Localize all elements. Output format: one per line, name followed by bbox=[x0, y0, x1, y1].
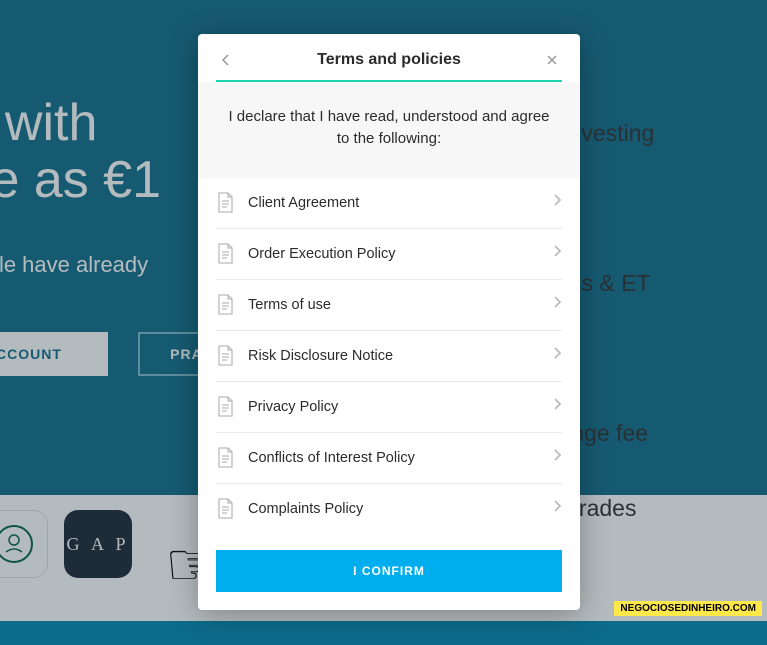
chevron-right-icon bbox=[553, 397, 562, 416]
chevron-right-icon bbox=[553, 193, 562, 212]
chevron-right-icon bbox=[553, 346, 562, 365]
chevron-right-icon bbox=[553, 448, 562, 467]
policy-item-conflicts[interactable]: Conflicts of Interest Policy bbox=[216, 433, 562, 484]
policy-label: Terms of use bbox=[248, 297, 553, 313]
modal-title: Terms and policies bbox=[317, 51, 461, 69]
policy-item-risk-disclosure[interactable]: Risk Disclosure Notice bbox=[216, 331, 562, 382]
policy-item-privacy-policy[interactable]: Privacy Policy bbox=[216, 382, 562, 433]
terms-modal: Terms and policies I declare that I have… bbox=[198, 34, 580, 610]
policy-item-client-agreement[interactable]: Client Agreement bbox=[216, 178, 562, 229]
policy-label: Risk Disclosure Notice bbox=[248, 348, 553, 364]
policy-item-terms-of-use[interactable]: Terms of use bbox=[216, 280, 562, 331]
policy-item-complaints[interactable]: Complaints Policy bbox=[216, 484, 562, 534]
policy-label: Privacy Policy bbox=[248, 399, 553, 415]
policy-label: Client Agreement bbox=[248, 195, 553, 211]
document-icon bbox=[216, 345, 234, 367]
document-icon bbox=[216, 396, 234, 418]
policy-label: Complaints Policy bbox=[248, 501, 553, 517]
document-icon bbox=[216, 498, 234, 520]
back-icon[interactable] bbox=[216, 50, 236, 70]
chevron-right-icon bbox=[553, 244, 562, 263]
watermark: NEGOCIOSEDINHEIRO.COM bbox=[614, 601, 762, 616]
modal-header: Terms and policies bbox=[198, 34, 580, 80]
policy-label: Order Execution Policy bbox=[248, 246, 553, 262]
document-icon bbox=[216, 294, 234, 316]
policy-label: Conflicts of Interest Policy bbox=[248, 450, 553, 466]
document-icon bbox=[216, 447, 234, 469]
confirm-button[interactable]: I CONFIRM bbox=[216, 550, 562, 592]
document-icon bbox=[216, 192, 234, 214]
close-icon[interactable] bbox=[542, 50, 562, 70]
document-icon bbox=[216, 243, 234, 265]
modal-intro-text: I declare that I have read, understood a… bbox=[198, 82, 580, 178]
chevron-right-icon bbox=[553, 295, 562, 314]
policy-list: Client Agreement Order Execution Policy … bbox=[198, 178, 580, 534]
chevron-right-icon bbox=[553, 499, 562, 518]
policy-item-order-execution[interactable]: Order Execution Policy bbox=[216, 229, 562, 280]
